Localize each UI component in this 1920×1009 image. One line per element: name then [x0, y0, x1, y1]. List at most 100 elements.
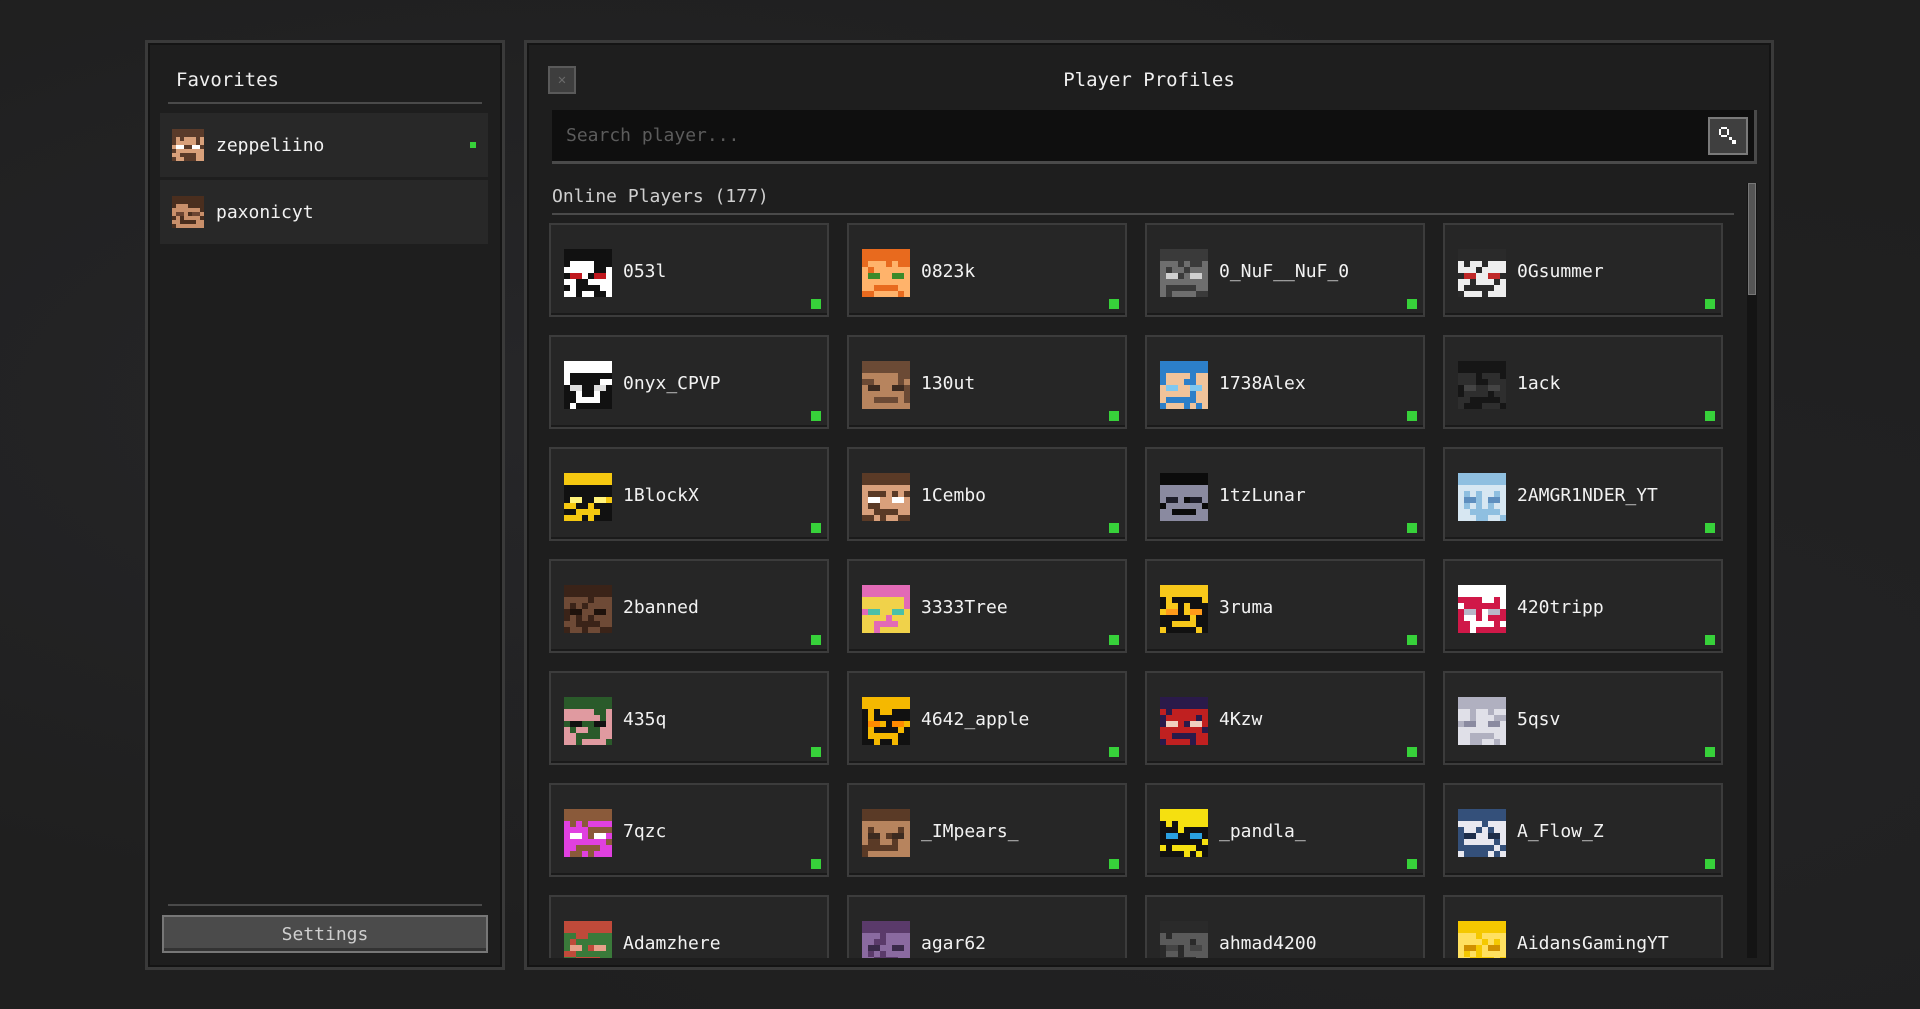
player-avatar	[1458, 585, 1506, 633]
search-button[interactable]	[1708, 117, 1748, 155]
player-card[interactable]: 4642_apple	[847, 671, 1127, 765]
player-avatar	[862, 249, 910, 297]
player-card[interactable]: 0823k	[847, 223, 1127, 317]
scrollbar[interactable]	[1747, 183, 1757, 958]
online-status-dot	[811, 859, 821, 869]
player-avatar	[564, 697, 612, 745]
player-name: AidansGamingYT	[1517, 933, 1669, 954]
player-card[interactable]: _IMpears_	[847, 783, 1127, 877]
player-card[interactable]: 4Kzw	[1145, 671, 1425, 765]
favorites-panel: Favorites zeppeliino paxonicyt Settings	[145, 40, 505, 970]
player-card[interactable]: 1tzLunar	[1145, 447, 1425, 541]
online-status-dot	[1407, 523, 1417, 533]
online-status-dot	[811, 299, 821, 309]
player-card[interactable]: 5qsv	[1443, 671, 1723, 765]
player-avatar	[1160, 361, 1208, 409]
player-avatar	[862, 585, 910, 633]
player-card[interactable]: agar62	[847, 895, 1127, 958]
player-card[interactable]: 2banned	[549, 559, 829, 653]
player-card[interactable]: 3ruma	[1145, 559, 1425, 653]
online-status-dot	[1705, 523, 1715, 533]
player-name: ahmad4200	[1219, 933, 1317, 954]
player-name: 5qsv	[1517, 709, 1561, 730]
player-avatar	[1160, 809, 1208, 857]
player-card[interactable]: 1738Alex	[1145, 335, 1425, 429]
online-status-dot	[1407, 635, 1417, 645]
player-card[interactable]: 0Gsummer	[1443, 223, 1723, 317]
favorites-divider	[168, 102, 482, 104]
favorite-name: paxonicyt	[216, 201, 314, 223]
player-name: 1tzLunar	[1219, 485, 1306, 506]
player-card[interactable]: 130ut	[847, 335, 1127, 429]
player-avatar	[1458, 921, 1506, 958]
player-name: 1BlockX	[623, 485, 699, 506]
player-avatar	[564, 585, 612, 633]
online-status-dot	[1109, 747, 1119, 757]
player-card[interactable]: 420tripp	[1443, 559, 1723, 653]
player-card[interactable]: 7qzc	[549, 783, 829, 877]
player-name: 130ut	[921, 373, 976, 394]
player-card[interactable]: 3333Tree	[847, 559, 1127, 653]
player-avatar	[862, 921, 910, 958]
player-card[interactable]: ahmad4200	[1145, 895, 1425, 958]
favorites-title: Favorites	[176, 69, 279, 91]
online-status-dot	[1109, 411, 1119, 421]
favorite-item-paxonicyt[interactable]: paxonicyt	[160, 180, 488, 244]
player-name: 3ruma	[1219, 597, 1274, 618]
player-name: 053l	[623, 261, 667, 282]
player-avatar	[1160, 697, 1208, 745]
player-name: 7qzc	[623, 821, 667, 842]
online-status-dot	[1407, 859, 1417, 869]
online-status-dot	[1407, 747, 1417, 757]
player-name: 1Cembo	[921, 485, 987, 506]
page-title: Player Profiles	[1063, 69, 1235, 91]
player-card[interactable]: 0_NuF__NuF_0	[1145, 223, 1425, 317]
online-status-dot	[1705, 635, 1715, 645]
player-name: 435q	[623, 709, 667, 730]
player-card[interactable]: A_Flow_Z	[1443, 783, 1723, 877]
settings-button[interactable]: Settings	[162, 915, 488, 953]
player-avatar	[1458, 249, 1506, 297]
player-card[interactable]: 1Cembo	[847, 447, 1127, 541]
search-bar	[552, 110, 1757, 164]
player-name: 0823k	[921, 261, 976, 282]
player-name: 420tripp	[1517, 597, 1604, 618]
player-card[interactable]: 1BlockX	[549, 447, 829, 541]
player-avatar	[564, 473, 612, 521]
player-card[interactable]: 2AMGR1NDER_YT	[1443, 447, 1723, 541]
search-input[interactable]	[564, 110, 1688, 160]
player-name: Adamzhere	[623, 933, 721, 954]
player-avatar	[172, 129, 204, 161]
player-card[interactable]: _pandla_	[1145, 783, 1425, 877]
online-status-dot	[1109, 635, 1119, 645]
favorite-item-zeppeliino[interactable]: zeppeliino	[160, 113, 488, 177]
online-status-dot	[1705, 299, 1715, 309]
player-card[interactable]: Adamzhere	[549, 895, 829, 958]
online-status-dot	[811, 411, 821, 421]
player-name: agar62	[921, 933, 987, 954]
player-grid: 053l 0823k 0_NuF__NuF_0 0Gsummer 0nyx_CPVP 13…	[549, 223, 1739, 958]
player-avatar	[862, 473, 910, 521]
section-divider	[552, 213, 1734, 215]
player-avatar	[564, 361, 612, 409]
player-card[interactable]: 1ack	[1443, 335, 1723, 429]
player-card[interactable]: 435q	[549, 671, 829, 765]
player-name: 1738Alex	[1219, 373, 1306, 394]
player-card[interactable]: 0nyx_CPVP	[549, 335, 829, 429]
player-name: 0Gsummer	[1517, 261, 1604, 282]
player-card[interactable]: 053l	[549, 223, 829, 317]
player-avatar	[1160, 921, 1208, 958]
player-avatar	[564, 809, 612, 857]
player-avatar	[564, 921, 612, 958]
settings-divider	[168, 904, 482, 906]
player-name: 4642_apple	[921, 709, 1030, 730]
scrollbar-thumb[interactable]	[1748, 183, 1756, 295]
player-avatar	[1160, 249, 1208, 297]
player-avatar	[1458, 361, 1506, 409]
player-name: 3333Tree	[921, 597, 1008, 618]
player-name: 0nyx_CPVP	[623, 373, 721, 394]
online-status-dot	[1109, 523, 1119, 533]
player-avatar	[862, 361, 910, 409]
player-card[interactable]: AidansGamingYT	[1443, 895, 1723, 958]
online-status-dot	[1109, 859, 1119, 869]
